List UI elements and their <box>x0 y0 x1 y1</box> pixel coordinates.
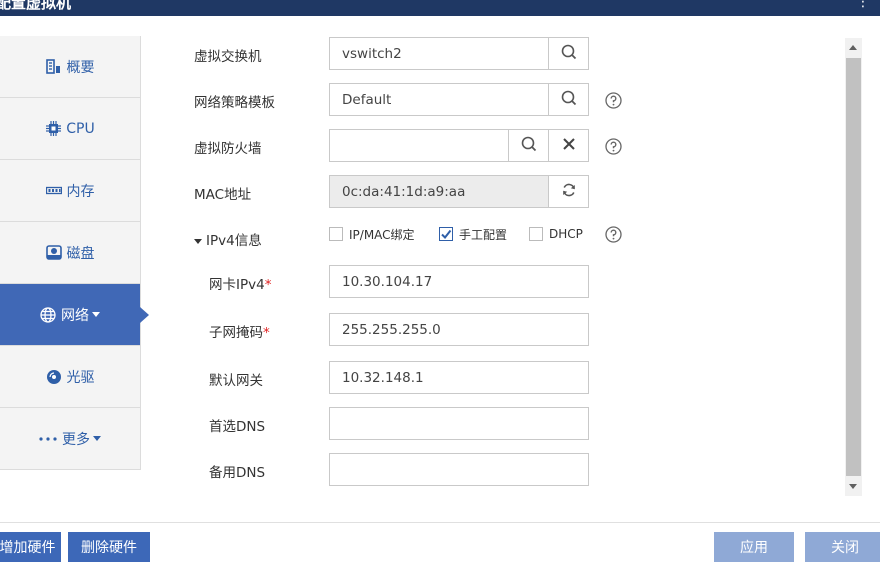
policy-search-button[interactable] <box>548 83 589 116</box>
add-hardware-button[interactable]: 增加硬件 <box>0 532 61 562</box>
mac-field: 0c:da:41:1d:a9:aa <box>329 175 589 208</box>
search-icon <box>561 90 577 110</box>
sidebar-item-disk[interactable]: 磁盘 <box>0 222 140 284</box>
firewall-field[interactable] <box>329 129 589 162</box>
refresh-icon <box>561 182 577 202</box>
ipv4-address-label: 网卡IPv4* <box>209 277 272 293</box>
firewall-clear-button[interactable] <box>548 129 589 162</box>
subnet-mask-input[interactable]: 255.255.255.0 <box>329 313 589 346</box>
primary-dns-label: 首选DNS <box>209 419 266 435</box>
sidebar-item-cpu[interactable]: CPU <box>0 98 140 160</box>
policy-field[interactable]: Default <box>329 83 589 116</box>
vswitch-field[interactable]: vswitch2 <box>329 37 589 70</box>
help-icon[interactable] <box>604 137 622 155</box>
scroll-down-arrow-icon[interactable] <box>849 484 857 489</box>
ipv4-address-value: 10.30.104.17 <box>342 274 433 290</box>
gateway-label: 默认网关 <box>209 373 263 389</box>
window-title: 配置虚拟机 <box>0 0 72 12</box>
vswitch-search-button[interactable] <box>548 37 589 70</box>
mac-refresh-button[interactable] <box>548 175 589 208</box>
more-icon <box>39 431 57 447</box>
vswitch-value: vswitch2 <box>342 46 402 62</box>
help-icon[interactable] <box>604 225 622 243</box>
chevron-down-icon <box>92 312 100 317</box>
policy-value: Default <box>342 92 392 108</box>
chevron-down-icon <box>93 436 101 441</box>
more-vertical-icon[interactable]: ⋮ <box>856 0 870 10</box>
remove-hardware-button[interactable]: 删除硬件 <box>68 532 150 562</box>
firewall-search-button[interactable] <box>508 129 549 162</box>
manual-config-checkbox[interactable]: 手工配置 <box>439 225 507 243</box>
cdrom-icon <box>46 369 62 385</box>
memory-icon <box>45 183 62 199</box>
subnet-mask-label: 子网掩码* <box>209 325 270 341</box>
sidebar-item-label: 更多 <box>62 431 90 448</box>
checkmark-icon <box>439 227 453 241</box>
sidebar-item-label: 网络 <box>61 307 89 324</box>
option-label: 手工配置 <box>459 227 508 242</box>
checkbox-unchecked <box>329 227 343 241</box>
subnet-mask-value: 255.255.255.0 <box>342 322 441 338</box>
search-icon <box>521 136 537 156</box>
scroll-up-arrow-icon[interactable] <box>849 45 857 50</box>
sidebar-item-more[interactable]: 更多 <box>0 408 140 470</box>
firewall-label: 虚拟防火墙 <box>194 141 262 157</box>
apply-button[interactable]: 应用 <box>714 532 794 562</box>
sidebar-item-label: 概要 <box>66 59 95 76</box>
sidebar-item-label: 光驱 <box>66 369 95 386</box>
vswitch-label: 虚拟交换机 <box>194 49 262 65</box>
search-icon <box>561 44 577 64</box>
ipv4-section-toggle[interactable]: IPv4信息 <box>194 229 262 249</box>
disk-icon <box>45 245 62 261</box>
close-button[interactable]: 关闭 <box>805 532 880 562</box>
option-label: IP/MAC绑定 <box>349 227 415 242</box>
dialog-footer: 增加硬件 删除硬件 应用 关闭 <box>0 522 880 562</box>
help-icon[interactable] <box>604 91 622 109</box>
sidebar-item-cdrom[interactable]: 光驱 <box>0 346 140 408</box>
cpu-icon <box>45 121 61 137</box>
gateway-input[interactable]: 10.32.148.1 <box>329 361 589 394</box>
required-marker: * <box>263 325 270 341</box>
dhcp-checkbox[interactable]: DHCP <box>529 225 583 243</box>
close-icon <box>562 137 576 155</box>
gateway-value: 10.32.148.1 <box>342 370 424 386</box>
summary-icon <box>46 59 62 75</box>
scrollbar-thumb[interactable] <box>846 58 861 476</box>
caret-down-icon <box>194 238 202 244</box>
sidebar-item-label: CPU <box>66 120 95 137</box>
ip-mac-bind-checkbox[interactable]: IP/MAC绑定 <box>329 225 415 243</box>
ipv4-address-input[interactable]: 10.30.104.17 <box>329 265 589 298</box>
sidebar-item-summary[interactable]: 概要 <box>0 36 140 98</box>
option-label: DHCP <box>549 227 583 241</box>
ipv4-section-label: IPv4信息 <box>206 233 262 249</box>
sidebar-item-label: 内存 <box>66 183 95 200</box>
secondary-dns-label: 备用DNS <box>209 465 266 481</box>
policy-label: 网络策略模板 <box>194 95 275 111</box>
mac-value: 0c:da:41:1d:a9:aa <box>342 184 466 200</box>
required-marker: * <box>264 277 272 293</box>
checkbox-unchecked <box>529 227 543 241</box>
primary-dns-input[interactable] <box>329 407 589 440</box>
vertical-scrollbar[interactable] <box>845 38 862 496</box>
sidebar-item-network[interactable]: 网络 <box>0 284 149 346</box>
window-titlebar: 配置虚拟机 ⋮ <box>0 0 880 16</box>
secondary-dns-input[interactable] <box>329 453 589 486</box>
hardware-sidebar: 概要 CPU 内存 磁盘 网络 光驱 更多 <box>0 36 149 470</box>
mac-label: MAC地址 <box>194 187 252 203</box>
globe-icon <box>40 306 56 323</box>
sidebar-item-label: 磁盘 <box>66 245 95 262</box>
sidebar-item-memory[interactable]: 内存 <box>0 160 140 222</box>
